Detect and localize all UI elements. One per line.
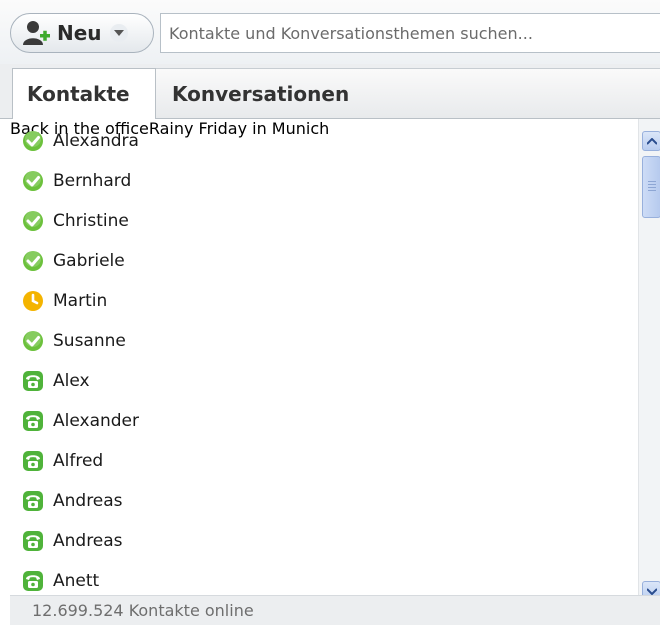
contact-name: Alex bbox=[53, 371, 90, 391]
online-check-icon bbox=[22, 130, 44, 152]
contact-list[interactable]: Alexandra Bernhard Back in the office Chris… bbox=[10, 119, 638, 595]
contact-row[interactable]: Anett bbox=[22, 561, 99, 595]
chevron-down-icon bbox=[109, 24, 128, 42]
toolbar: Neu bbox=[0, 0, 660, 64]
contact-name: Alexander bbox=[53, 411, 140, 431]
scrollbar[interactable] bbox=[638, 119, 660, 601]
contact-row[interactable]: Alexandra bbox=[22, 121, 139, 161]
online-check-icon bbox=[22, 170, 44, 192]
online-count-status: 12.699.524 Kontakte online bbox=[10, 595, 660, 625]
away-clock-icon bbox=[22, 290, 44, 312]
contact-name: Christine bbox=[53, 211, 129, 231]
contact-row[interactable]: Christine bbox=[22, 201, 129, 241]
contact-row[interactable]: Alex bbox=[22, 361, 90, 401]
online-check-icon bbox=[22, 250, 44, 272]
scroll-thumb[interactable] bbox=[642, 156, 660, 218]
contact-name: Anett bbox=[53, 571, 100, 591]
contact-name: Andreas bbox=[53, 491, 123, 511]
chevron-down-icon bbox=[646, 587, 657, 595]
phone-icon bbox=[22, 410, 44, 432]
grip-line bbox=[648, 184, 656, 185]
contact-name: Andreas bbox=[53, 531, 123, 551]
scroll-up-button[interactable] bbox=[642, 131, 660, 151]
phone-icon bbox=[22, 490, 44, 512]
contact-row[interactable]: Alfred bbox=[22, 441, 103, 481]
add-contact-icon bbox=[21, 18, 51, 48]
contact-mood-message: Rainy Friday in Munich bbox=[148, 119, 330, 138]
contact-row[interactable]: Andreas bbox=[22, 481, 123, 521]
contact-name: Bernhard bbox=[53, 171, 132, 191]
online-check-icon bbox=[22, 330, 44, 352]
contact-name: Susanne bbox=[53, 331, 126, 351]
contact-row[interactable]: Bernhard bbox=[22, 161, 131, 201]
online-check-icon bbox=[22, 210, 44, 232]
contact-name: Gabriele bbox=[53, 251, 125, 271]
contact-row[interactable]: Andreas bbox=[22, 521, 123, 561]
chevron-up-icon bbox=[646, 137, 657, 145]
new-button-label: Neu bbox=[57, 21, 102, 45]
contact-name: Martin bbox=[53, 291, 108, 311]
grip-line bbox=[648, 190, 656, 191]
contact-row[interactable]: Gabriele bbox=[22, 241, 125, 281]
contact-row[interactable]: Susanne bbox=[22, 321, 126, 361]
tab-contacts[interactable]: Kontakte bbox=[12, 68, 156, 119]
phone-icon bbox=[22, 450, 44, 472]
phone-icon bbox=[22, 570, 44, 592]
search-input[interactable] bbox=[160, 13, 660, 53]
contact-name: Alexandra bbox=[53, 131, 139, 151]
new-contact-button[interactable]: Neu bbox=[10, 13, 154, 53]
tab-bar: Kontakte Konversationen bbox=[0, 64, 660, 119]
contact-name: Alfred bbox=[53, 451, 104, 471]
contact-row[interactable]: Alexander bbox=[22, 401, 139, 441]
phone-icon bbox=[22, 530, 44, 552]
contact-row[interactable]: Martin bbox=[22, 281, 107, 321]
grip-line bbox=[648, 181, 656, 182]
grip-line bbox=[648, 187, 656, 188]
tab-conversations[interactable]: Konversationen bbox=[156, 68, 660, 118]
phone-icon bbox=[22, 370, 44, 392]
